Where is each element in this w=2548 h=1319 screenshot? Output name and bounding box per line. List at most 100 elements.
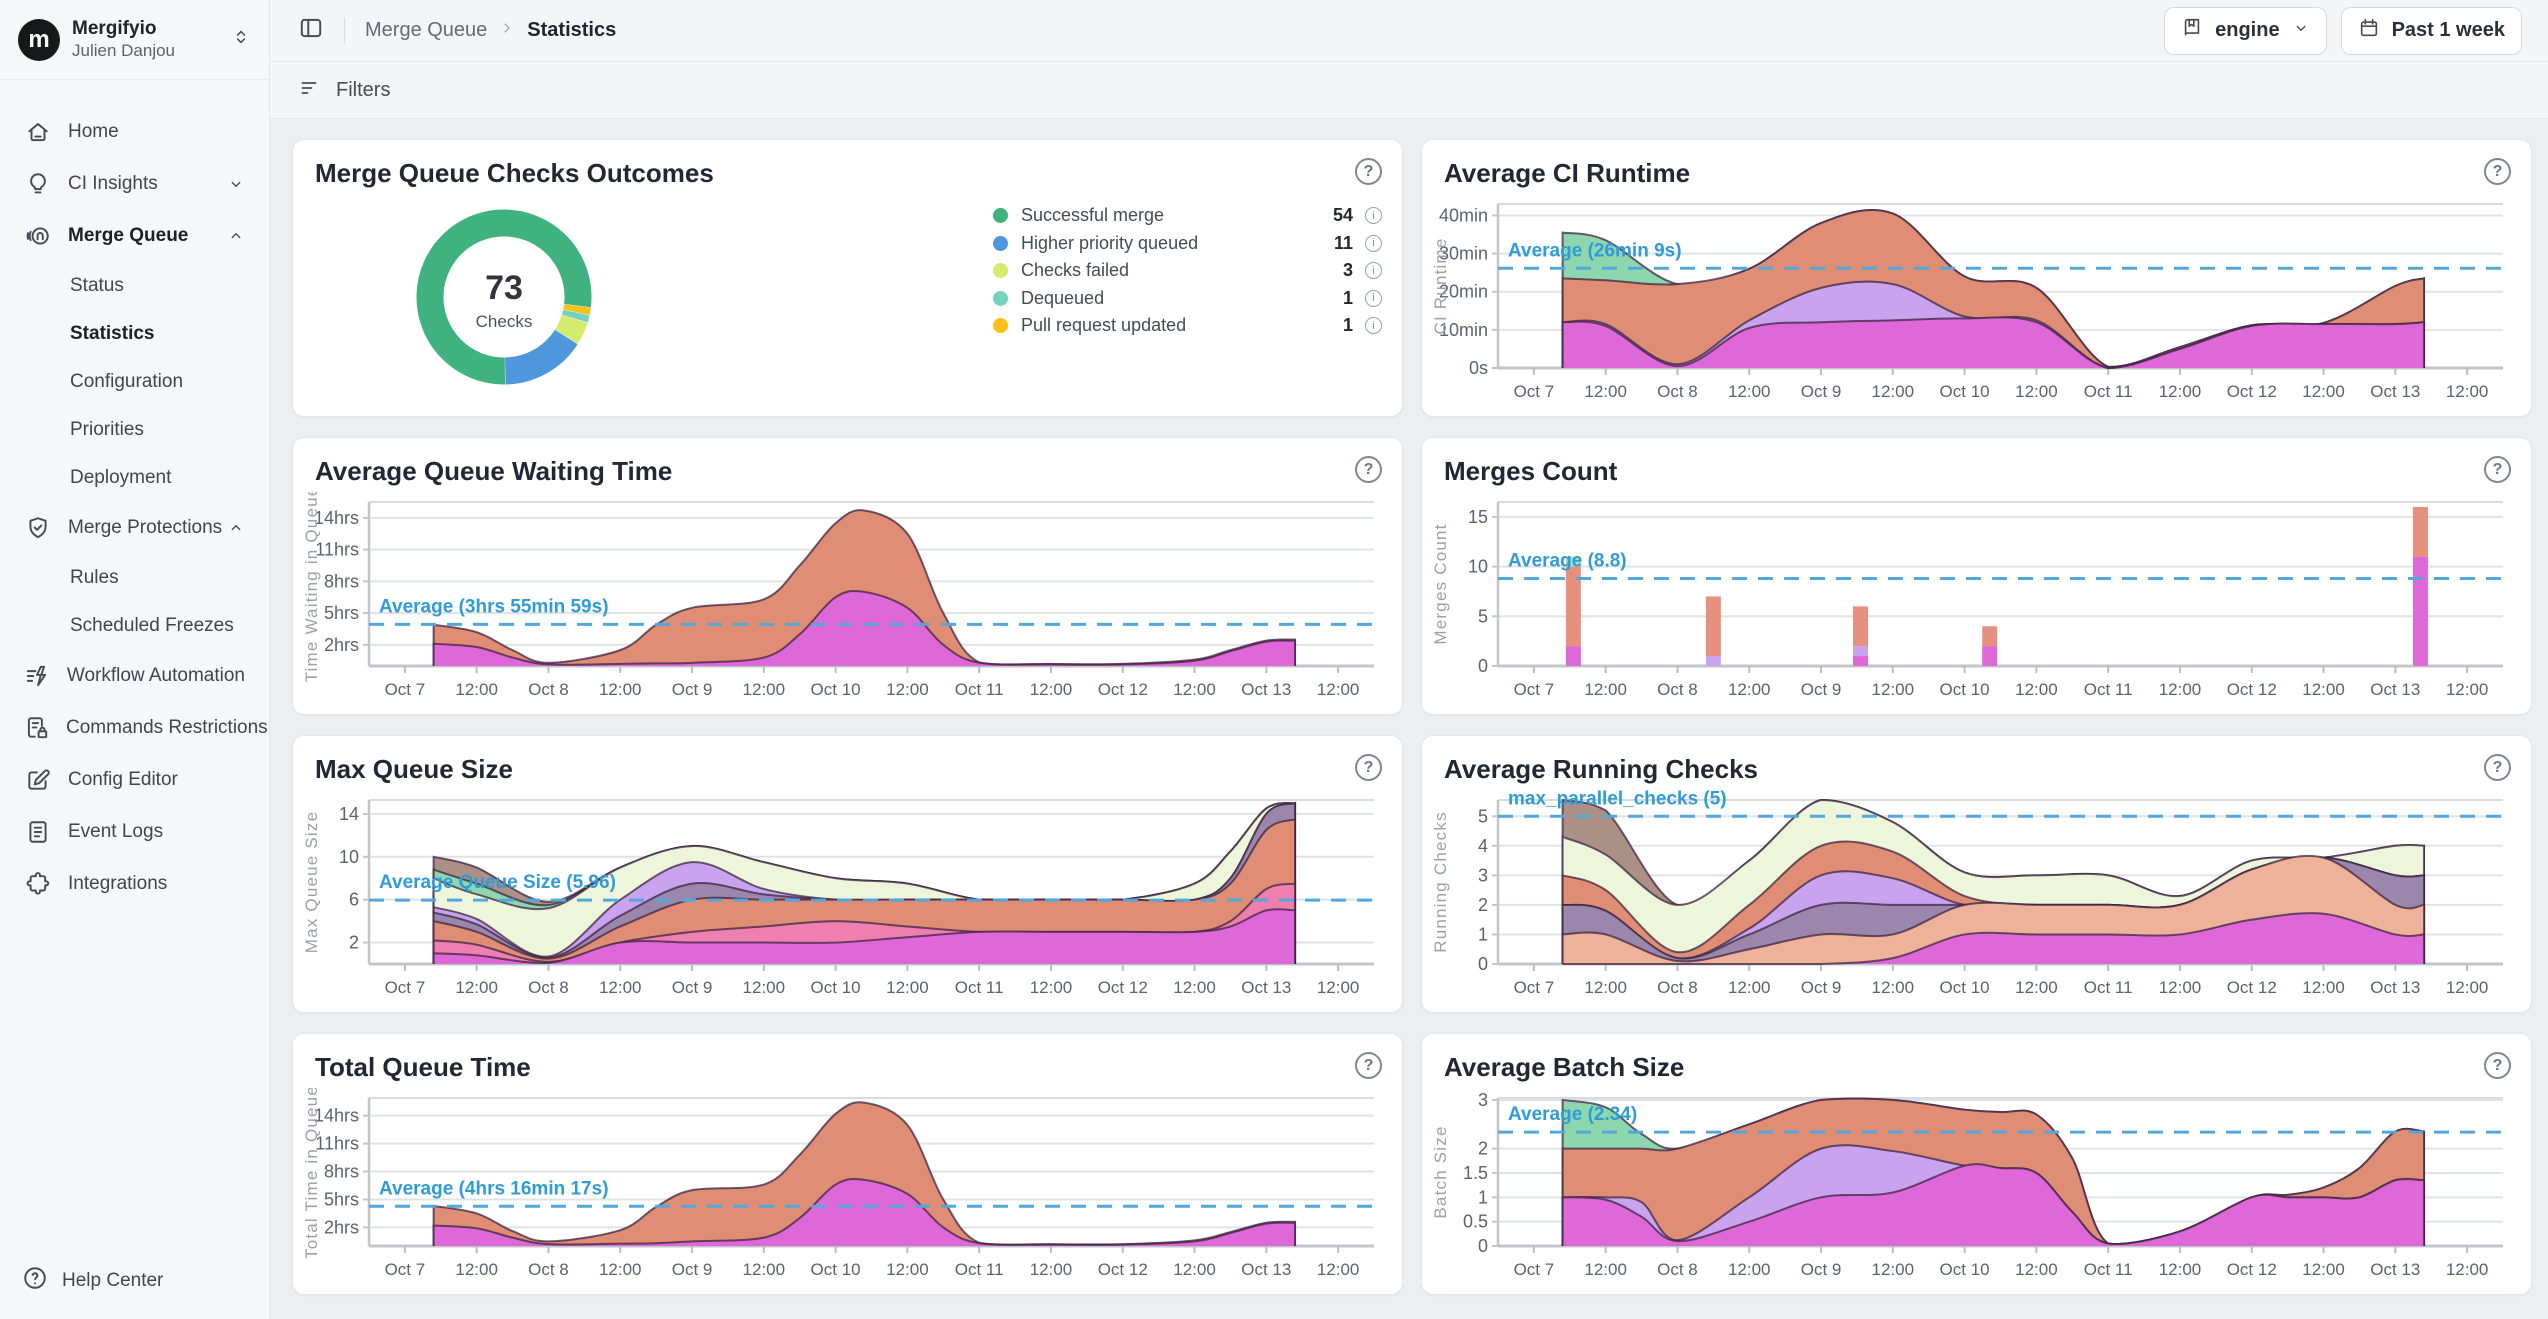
legend-value: 11: [1334, 233, 1353, 254]
chevron-down-icon: [2292, 19, 2310, 43]
svg-text:Oct 7: Oct 7: [1514, 382, 1555, 401]
sidebar-item-workflow-automation[interactable]: Workflow Automation: [10, 650, 259, 702]
info-icon[interactable]: i: [1365, 262, 1382, 279]
repository-select[interactable]: engine: [2164, 7, 2326, 55]
sidebar-item-commands-restrictions[interactable]: Commands Restrictions: [10, 702, 259, 754]
mergify-logo: m: [18, 19, 60, 61]
sidebar-item-merge-queue[interactable]: Merge Queue: [10, 210, 259, 262]
svg-text:12:00: 12:00: [1728, 1260, 1771, 1279]
svg-text:12:00: 12:00: [2446, 1260, 2489, 1279]
help-center-button[interactable]: Help Center: [22, 1265, 163, 1297]
org-switcher[interactable]: m Mergifyio Julien Danjou: [0, 0, 269, 80]
svg-text:5hrs: 5hrs: [324, 603, 359, 623]
date-range-value: Past 1 week: [2392, 19, 2505, 42]
help-icon[interactable]: ?: [2484, 158, 2511, 185]
help-icon[interactable]: ?: [1355, 158, 1382, 185]
svg-text:12:00: 12:00: [1872, 680, 1915, 699]
svg-text:Oct 12: Oct 12: [1098, 978, 1148, 997]
sidebar-item-configuration[interactable]: Configuration: [10, 358, 259, 406]
svg-text:12:00: 12:00: [2015, 978, 2058, 997]
svg-text:40min: 40min: [1439, 205, 1488, 225]
svg-text:12:00: 12:00: [1317, 680, 1360, 699]
svg-text:Average (4hrs 16min 17s): Average (4hrs 16min 17s): [379, 1178, 609, 1199]
svg-text:Oct 10: Oct 10: [811, 680, 861, 699]
svg-text:12:00: 12:00: [455, 1260, 498, 1279]
svg-text:12:00: 12:00: [2302, 1260, 2345, 1279]
svg-text:Time Waiting in Queue: Time Waiting in Queue: [303, 492, 321, 682]
help-icon[interactable]: ?: [2484, 456, 2511, 483]
sidebar-item-scheduled-freezes[interactable]: Scheduled Freezes: [10, 602, 259, 650]
svg-text:12:00: 12:00: [1728, 680, 1771, 699]
svg-text:12:00: 12:00: [2015, 382, 2058, 401]
legend-label: Successful merge: [1021, 205, 1333, 226]
svg-text:12:00: 12:00: [599, 680, 642, 699]
svg-text:1: 1: [1478, 1187, 1488, 1207]
svg-text:Oct 11: Oct 11: [2084, 382, 2133, 401]
svg-text:Oct 10: Oct 10: [811, 978, 861, 997]
sidebar-item-priorities[interactable]: Priorities: [10, 406, 259, 454]
legend-swatch: [993, 318, 1008, 333]
svg-text:Oct 12: Oct 12: [2227, 1260, 2277, 1279]
svg-text:Oct 8: Oct 8: [1657, 978, 1698, 997]
svg-text:Oct 9: Oct 9: [1801, 382, 1842, 401]
svg-text:1.5: 1.5: [1463, 1163, 1488, 1183]
svg-text:12:00: 12:00: [886, 1260, 929, 1279]
legend-swatch: [993, 236, 1008, 251]
sidebar-item-rules[interactable]: Rules: [10, 554, 259, 602]
svg-text:12:00: 12:00: [1584, 978, 1627, 997]
svg-text:12:00: 12:00: [1030, 1260, 1073, 1279]
filters-button[interactable]: Filters: [336, 79, 390, 102]
legend-value: 1: [1343, 315, 1353, 336]
svg-text:12:00: 12:00: [1872, 978, 1915, 997]
chevron-up-icon: [227, 227, 245, 245]
svg-text:Max Queue Size: Max Queue Size: [303, 811, 321, 953]
card-title: Average CI Runtime: [1444, 158, 1690, 189]
org-name: Mergifyio: [72, 18, 231, 41]
sidebar-item-merge-protections[interactable]: Merge Protections: [10, 502, 259, 554]
help-icon[interactable]: ?: [1355, 1052, 1382, 1079]
sidebar-item-home[interactable]: Home: [10, 106, 259, 158]
svg-text:12:00: 12:00: [599, 1260, 642, 1279]
svg-text:Oct 7: Oct 7: [385, 1260, 426, 1279]
help-icon[interactable]: ?: [1355, 456, 1382, 483]
svg-text:Oct 11: Oct 11: [955, 680, 1004, 699]
svg-text:12:00: 12:00: [1872, 382, 1915, 401]
sidebar-item-ci-insights[interactable]: CI Insights: [10, 158, 259, 210]
svg-text:2: 2: [1478, 895, 1488, 915]
info-icon[interactable]: i: [1365, 290, 1382, 307]
sidebar-item-integrations[interactable]: Integrations: [10, 858, 259, 910]
svg-text:Oct 10: Oct 10: [811, 1260, 861, 1279]
sidebar-toggle-button[interactable]: [298, 15, 324, 46]
sidebar-item-event-logs[interactable]: Event Logs: [10, 806, 259, 858]
info-icon[interactable]: i: [1365, 235, 1382, 252]
home-icon: [24, 118, 52, 146]
sidebar-item-status[interactable]: Status: [10, 262, 259, 310]
svg-text:Total Time in Queue: Total Time in Queue: [303, 1088, 321, 1259]
svg-text:12:00: 12:00: [2446, 680, 2489, 699]
average-queue-waiting-time-chart: 2hrs5hrs8hrs11hrs14hrsOct 712:00Oct 812:…: [303, 492, 1388, 708]
breadcrumb-merge-queue[interactable]: Merge Queue: [365, 19, 487, 42]
help-icon[interactable]: ?: [2484, 1052, 2511, 1079]
help-icon[interactable]: ?: [2484, 754, 2511, 781]
legend-value: 3: [1343, 260, 1353, 281]
info-icon[interactable]: i: [1365, 317, 1382, 334]
repository-select-value: engine: [2215, 19, 2279, 42]
svg-text:12:00: 12:00: [2302, 978, 2345, 997]
svg-text:12:00: 12:00: [2302, 680, 2345, 699]
svg-text:Oct 11: Oct 11: [955, 978, 1004, 997]
info-icon[interactable]: i: [1365, 207, 1382, 224]
sidebar-item-deployment[interactable]: Deployment: [10, 454, 259, 502]
sidebar-item-label: Commands Restrictions: [66, 717, 268, 739]
legend-item: Successful merge 54 i: [993, 202, 1382, 230]
sidebar-item-config-editor[interactable]: Config Editor: [10, 754, 259, 806]
date-range-button[interactable]: Past 1 week: [2341, 7, 2522, 55]
sidebar-item-statistics[interactable]: Statistics: [10, 310, 259, 358]
svg-text:Oct 12: Oct 12: [1098, 680, 1148, 699]
puzzle-icon: [24, 870, 52, 898]
shield-check-icon: [24, 514, 52, 542]
help-icon[interactable]: ?: [1355, 754, 1382, 781]
merge-queue-icon: [24, 222, 52, 250]
legend-item: Pull request updated 1 i: [993, 312, 1382, 340]
max-queue-size-chart: 261014Oct 712:00Oct 812:00Oct 912:00Oct …: [303, 790, 1388, 1006]
card-average-batch-size: Average Batch Size ? 00.511.523Oct 712:0…: [1421, 1033, 2532, 1295]
